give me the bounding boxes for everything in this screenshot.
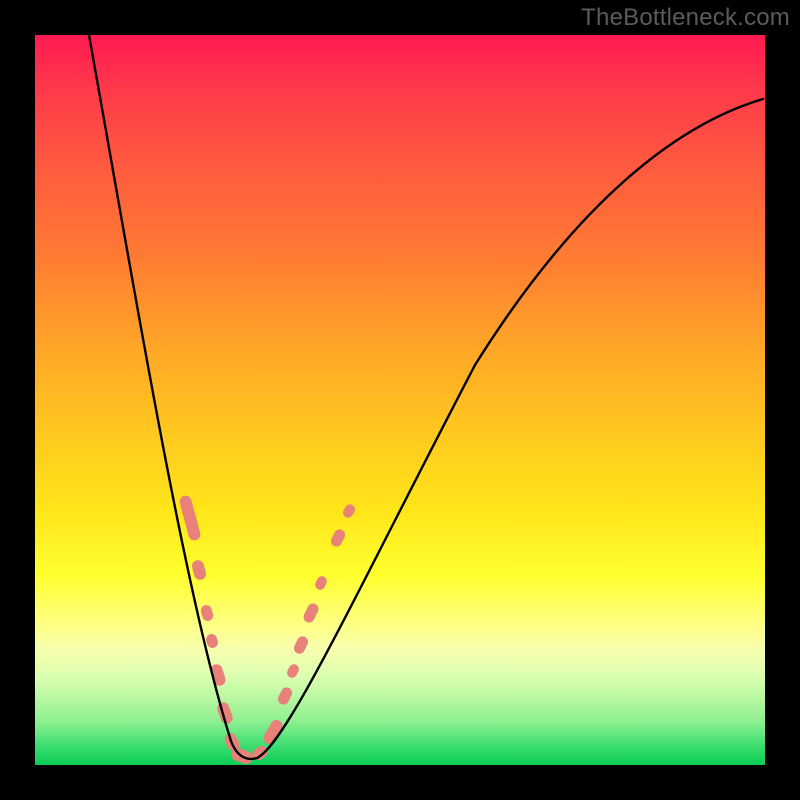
curve-marker (302, 602, 321, 625)
chart-frame: TheBottleneck.com (0, 0, 800, 800)
curve-marker (313, 575, 328, 592)
watermark-text: TheBottleneck.com (581, 4, 790, 32)
curve-marker (276, 685, 294, 706)
curve-marker (292, 634, 310, 655)
plot-area (35, 35, 765, 765)
curve-marker (329, 527, 347, 548)
curve-markers (178, 494, 356, 766)
bottleneck-curve (89, 35, 763, 759)
curve-marker (285, 662, 300, 679)
chart-svg (35, 35, 765, 765)
curve-marker (191, 559, 208, 581)
curve-marker (341, 502, 356, 519)
curve-marker (200, 604, 215, 622)
curve-marker (205, 633, 220, 650)
